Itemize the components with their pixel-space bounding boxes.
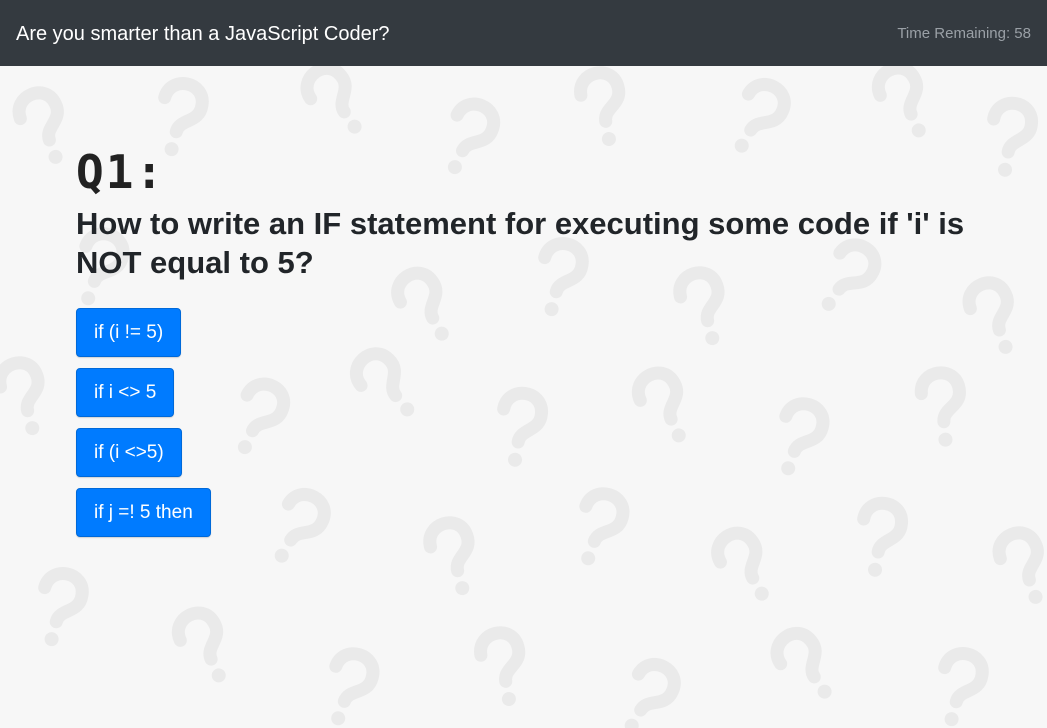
answer-wrap-3: if (i <>5): [76, 428, 182, 488]
answer-wrap-1: if (i != 5): [76, 308, 182, 368]
question-number: Q1:: [76, 145, 166, 199]
answer-wrap-4: if j =! 5 then: [76, 488, 211, 548]
top-navbar: Are you smarter than a JavaScript Coder?…: [0, 0, 1047, 66]
answer-button-4[interactable]: if j =! 5 then: [76, 488, 211, 537]
answer-button-1[interactable]: if (i != 5): [76, 308, 182, 357]
answer-list: if (i != 5) if i <> 5 if (i <>5) if j =!…: [76, 308, 1006, 548]
time-remaining: Time Remaining: 58: [897, 25, 1031, 42]
answer-button-2[interactable]: if i <> 5: [76, 368, 175, 417]
answer-wrap-2: if i <> 5: [76, 368, 175, 428]
answer-button-3[interactable]: if (i <>5): [76, 428, 182, 477]
question-card: Q1: How to write an IF statement for exe…: [76, 146, 1006, 548]
app-title[interactable]: Are you smarter than a JavaScript Coder?: [16, 21, 390, 47]
question-text: How to write an IF statement for executi…: [76, 206, 965, 280]
